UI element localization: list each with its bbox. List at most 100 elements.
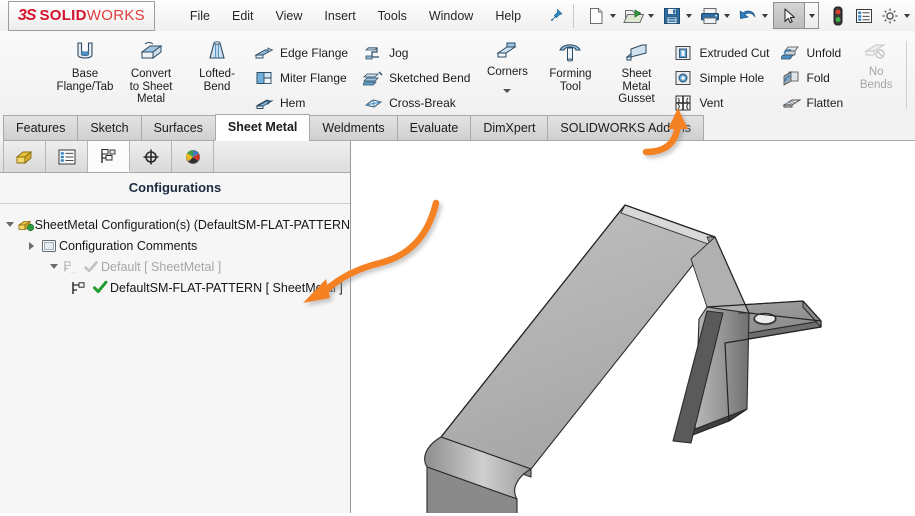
tab-solidworks-add-ins[interactable]: SOLIDWORKS Add-Ins (547, 115, 705, 141)
menu-tools[interactable]: Tools (367, 5, 418, 27)
menu-window[interactable]: Window (418, 5, 484, 27)
no-bends-button: No Bends (850, 35, 902, 91)
flatten-label: Flatten (806, 95, 844, 110)
fold-label: Fold (806, 70, 830, 85)
ribbon-group-bends: NoBends Rip InsertB (850, 31, 915, 115)
solidworks-logo[interactable]: 3S SOLIDWORKS (8, 0, 155, 31)
simple-hole-button[interactable]: Simple Hole (669, 65, 776, 90)
corners-label: Corners (487, 66, 528, 78)
check-green-icon (90, 280, 110, 295)
tree-row-configurations-root[interactable]: SheetMetal Configuration(s) (DefaultSM-F… (0, 214, 350, 235)
options-button[interactable] (877, 3, 903, 28)
tab-weldments[interactable]: Weldments (309, 115, 398, 141)
base-flange-icon (77, 42, 93, 59)
hem-button[interactable]: Hem (250, 90, 355, 115)
tree-row-default-config[interactable]: ... Default [ SheetMetal ] (0, 256, 350, 277)
extruded-cut-button[interactable]: Extruded Cut (669, 40, 776, 65)
save-caret-icon[interactable] (686, 13, 692, 18)
property-list-icon (58, 149, 75, 164)
tree-row-flat-pattern-config[interactable]: DefaultSM-FLAT-PATTERN [ SheetMetal ] (0, 277, 350, 298)
chevron-down-icon (503, 88, 512, 93)
quick-access-toolbar (583, 2, 915, 29)
menu-insert[interactable]: Insert (313, 5, 366, 27)
new-file-icon (590, 7, 603, 24)
flange-column-2: Jog Sketched Bend Cross-Break (359, 35, 477, 115)
forming-tool-button[interactable]: Forming Tool (537, 35, 603, 93)
undo-caret-icon[interactable] (762, 13, 768, 18)
fold-icon (783, 70, 798, 86)
fold-button[interactable]: Fold (777, 65, 851, 90)
sketched-bend-icon (363, 71, 383, 85)
hem-label: Hem (280, 95, 306, 110)
edge-flange-label: Edge Flange (280, 45, 349, 60)
property-manager-tab[interactable] (46, 141, 88, 172)
tab-sketch[interactable]: Sketch (77, 115, 142, 141)
configuration-manager-tab[interactable] (88, 141, 130, 172)
logo-text: SOLIDWORKS (39, 7, 145, 24)
unfold-button[interactable]: Unfold (777, 40, 851, 65)
menu-view[interactable]: View (265, 5, 314, 27)
save-button[interactable] (659, 3, 685, 28)
miter-flange-icon (256, 71, 272, 84)
menu-edit[interactable]: Edit (221, 5, 265, 27)
select-tool-button[interactable] (773, 2, 805, 29)
tab-sheet-metal[interactable]: Sheet Metal (214, 114, 311, 141)
no-bends-label: No Bends (859, 66, 893, 91)
sheet-metal-gusset-label: Sheet Metal Gusset (618, 68, 655, 105)
print-caret-icon[interactable] (724, 13, 730, 18)
new-document-caret-icon[interactable] (610, 13, 616, 18)
open-document-button[interactable] (621, 3, 647, 28)
configurations-root-icon (17, 217, 35, 233)
edge-flange-button[interactable]: Edge Flange (250, 40, 355, 65)
simple-hole-label: Simple Hole (699, 70, 765, 85)
expander-default[interactable] (46, 264, 61, 269)
flange-column-1: Edge Flange Miter Flange Hem (250, 35, 355, 115)
expander-root[interactable] (4, 222, 17, 227)
dimxpert-manager-tab[interactable] (130, 141, 172, 172)
corners-button[interactable]: Corners (477, 35, 537, 93)
ribbon-group-cut: Extruded Cut Simple Hole Vent (669, 31, 776, 115)
sheet-metal-gusset-button[interactable]: Sheet Metal Gusset (603, 35, 669, 106)
options-caret-icon[interactable] (904, 13, 910, 18)
sketched-bend-button[interactable]: Sketched Bend (359, 65, 477, 90)
forming-tool-icon (559, 44, 582, 62)
convert-to-sheet-metal-button[interactable]: Convert to Sheet Metal (118, 35, 184, 106)
miter-flange-label: Miter Flange (280, 70, 347, 85)
menu-help[interactable]: Help (484, 5, 532, 27)
rip-button[interactable]: Rip (911, 35, 915, 79)
display-palette-icon (185, 149, 200, 164)
select-caret-icon (808, 13, 815, 18)
display-manager-tab[interactable] (172, 141, 214, 172)
jog-button[interactable]: Jog (359, 40, 477, 65)
lofted-bend-button[interactable]: Lofted-Bend (184, 35, 250, 93)
tab-evaluate[interactable]: Evaluate (396, 115, 472, 141)
new-document-button[interactable] (583, 3, 609, 28)
graphics-viewport[interactable] (351, 141, 915, 516)
feature-manager-tab[interactable] (3, 141, 46, 172)
sketched-bend-label: Sketched Bend (389, 70, 471, 85)
miter-flange-button[interactable]: Miter Flange (250, 65, 355, 90)
cross-break-label: Cross-Break (389, 95, 456, 110)
menu-file[interactable]: File (179, 5, 221, 27)
print-button[interactable] (697, 3, 723, 28)
flatten-button[interactable]: Flatten (777, 90, 851, 115)
select-tool-dropdown[interactable] (805, 2, 819, 29)
tab-surfaces[interactable]: Surfaces (140, 115, 216, 141)
tree-row-configuration-comments[interactable]: Configuration Comments (0, 235, 350, 256)
expander-comments[interactable] (24, 241, 39, 250)
command-tab-strip: Features Sketch Surfaces Sheet Metal Wel… (0, 114, 915, 141)
simple-hole-icon (675, 70, 691, 85)
vent-button[interactable]: Vent (669, 90, 776, 115)
rebuild-button[interactable] (825, 3, 851, 28)
gear-icon (882, 8, 898, 23)
tab-features[interactable]: Features (3, 115, 79, 141)
pin-menu-button[interactable] (548, 8, 564, 24)
corners-dropdown-button[interactable] (503, 88, 512, 93)
base-flange-tab-button[interactable]: Base Flange/Tab (52, 35, 118, 93)
cross-break-button[interactable]: Cross-Break (359, 90, 477, 115)
undo-button[interactable] (735, 3, 761, 28)
sheet-metal-gusset-icon (626, 44, 648, 61)
display-pane-button[interactable] (851, 3, 877, 28)
open-document-caret-icon[interactable] (648, 13, 654, 18)
tab-dimxpert[interactable]: DimXpert (470, 115, 549, 141)
